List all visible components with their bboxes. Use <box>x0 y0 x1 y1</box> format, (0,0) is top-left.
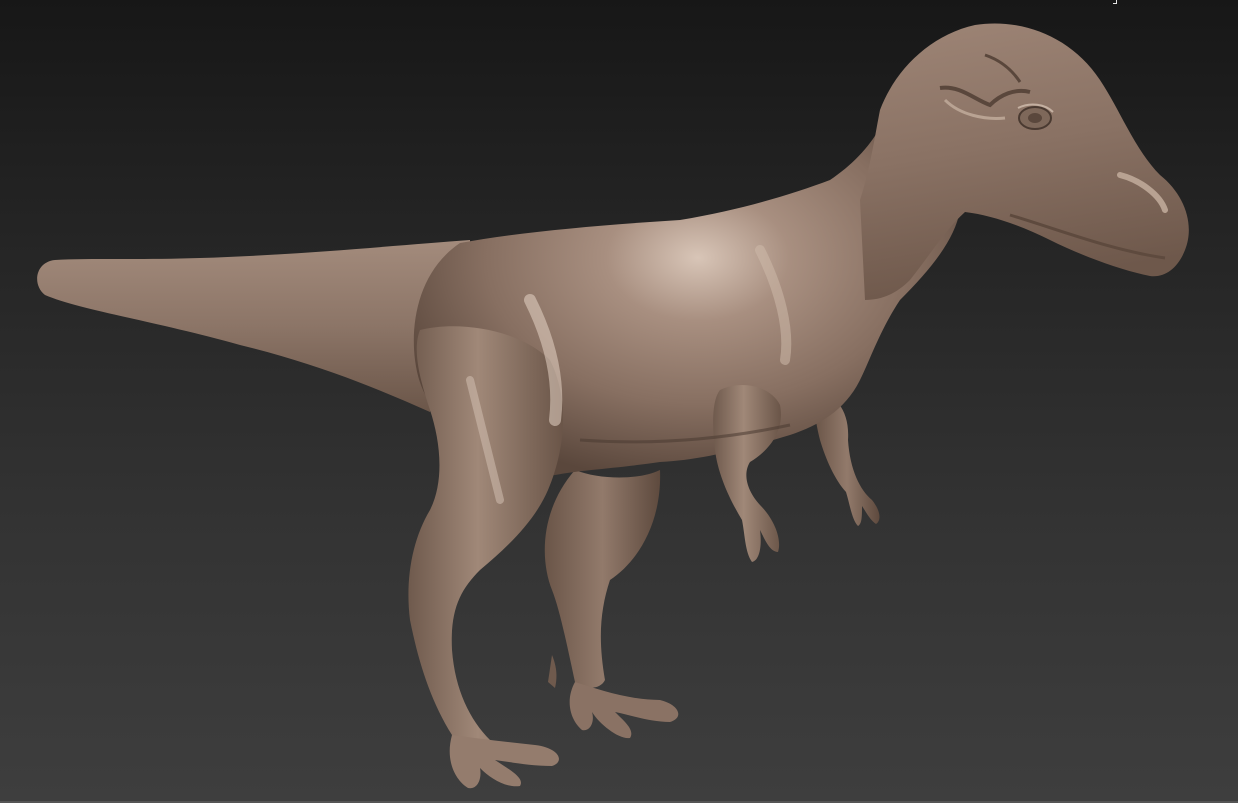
sculpt-model[interactable] <box>0 0 1238 803</box>
head <box>860 23 1189 301</box>
far-hind-leg <box>544 470 679 739</box>
cursor-marker <box>1113 0 1117 4</box>
near-hind-leg <box>408 326 563 789</box>
3d-viewport[interactable] <box>0 0 1238 803</box>
near-arm <box>713 385 781 562</box>
tail <box>37 240 471 412</box>
